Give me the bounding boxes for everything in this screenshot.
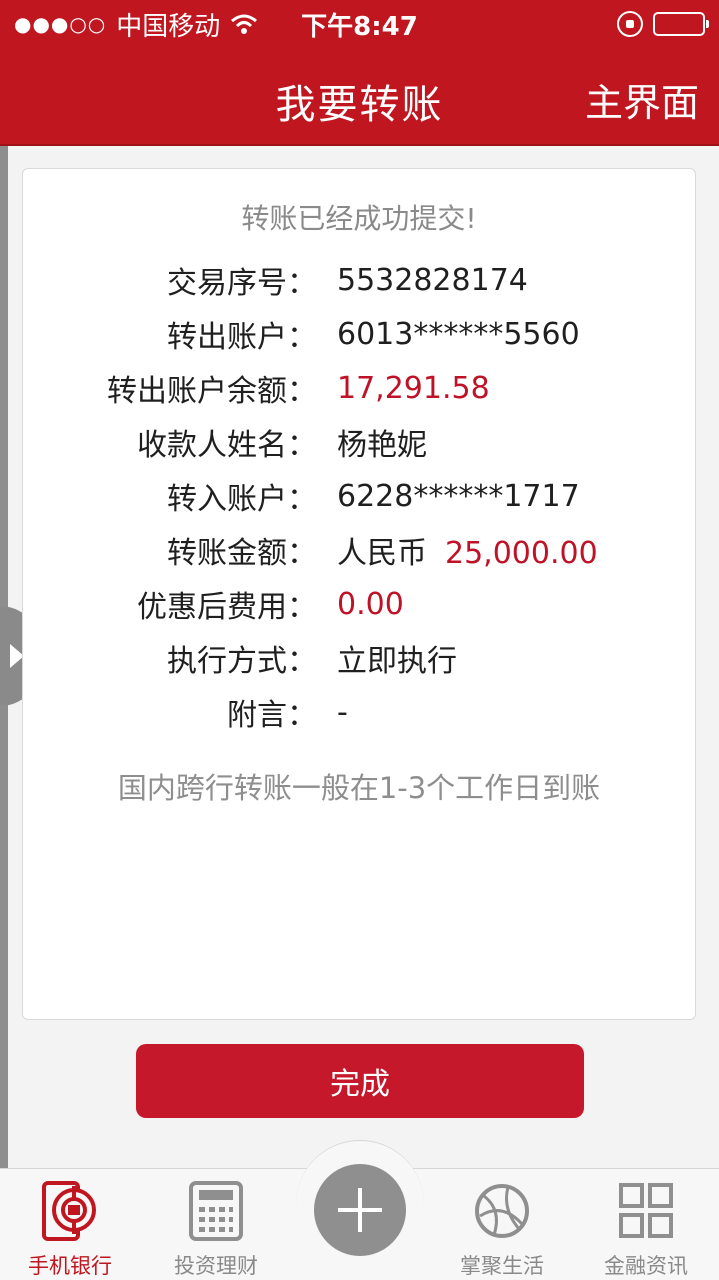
row-fee: 优惠后费用： 0.00 [23, 577, 695, 631]
nav-bar: 我要转账 主界面 [0, 48, 719, 146]
receipt-card: 转账已经成功提交! 交易序号： 5532828174 转出账户： 6013***… [22, 168, 696, 1020]
detail-value: 0.00 [337, 586, 404, 622]
tab-investment[interactable]: 投资理财 [156, 1180, 276, 1280]
detail-value: 6228******1717 [337, 478, 580, 514]
row-transfer-amount: 转账金额： 人民币 25,000.00 [23, 523, 695, 577]
tab-financial-news[interactable]: 金融资讯 [586, 1180, 706, 1280]
status-right [617, 11, 709, 37]
detail-value: - [337, 694, 348, 730]
wifi-icon [231, 14, 258, 34]
tab-label: 手机银行 [28, 1254, 112, 1278]
tab-label: 金融资讯 [604, 1254, 688, 1278]
arrival-note: 国内跨行转账一般在1-3个工作日到账 [117, 771, 601, 805]
status-left: ●●●○○ 中国移动 [14, 6, 258, 43]
detail-label: 转入账户： [167, 482, 317, 517]
currency-label: 人民币 [337, 536, 427, 571]
tab-mobile-banking[interactable]: 手机银行 [10, 1180, 130, 1280]
detail-label: 执行方式： [167, 644, 317, 679]
detail-value: 杨艳妮 [337, 428, 427, 463]
success-message: 转账已经成功提交! [241, 202, 477, 235]
detail-label: 收款人姓名： [137, 428, 317, 463]
grid-icon [619, 1183, 673, 1238]
row-payee-name: 收款人姓名： 杨艳妮 [23, 415, 695, 469]
detail-value: 5532828174 [337, 262, 528, 298]
row-transaction-number: 交易序号： 5532828174 [23, 253, 695, 307]
carrier-name: 中国移动 [116, 11, 221, 42]
done-button[interactable]: 完成 [136, 1044, 584, 1118]
detail-label: 优惠后费用： [137, 590, 317, 625]
detail-label: 转出账户余额： [107, 374, 317, 409]
detail-label: 转账金额： [167, 536, 317, 571]
row-from-account: 转出账户： 6013******5560 [23, 307, 695, 361]
home-button[interactable]: 主界面 [585, 72, 699, 127]
row-to-account: 转入账户： 6228******1717 [23, 469, 695, 523]
signal-strength-icon: ●●●○○ [14, 12, 107, 36]
row-execution-method: 执行方式： 立即执行 [23, 631, 695, 685]
detail-label: 附言： [227, 698, 317, 733]
detail-label: 转出账户： [167, 320, 317, 355]
detail-value: 6013******5560 [337, 316, 580, 352]
rotation-lock-icon [617, 11, 643, 37]
add-button[interactable] [314, 1164, 406, 1256]
tab-label: 掌聚生活 [460, 1254, 544, 1278]
tab-lifestyle[interactable]: 掌聚生活 [442, 1180, 562, 1280]
battery-icon [653, 12, 709, 36]
row-from-balance: 转出账户余额： 17,291.58 [23, 361, 695, 415]
row-remark: 附言： - [23, 685, 695, 739]
tab-label: 投资理财 [174, 1254, 258, 1278]
detail-value-wrap: 人民币 25,000.00 [319, 528, 598, 572]
bank-phone-icon [42, 1181, 96, 1241]
detail-label: 交易序号： [167, 266, 317, 301]
receipt-details: 交易序号： 5532828174 转出账户： 6013******5560 转出… [23, 253, 695, 739]
transfer-amount: 25,000.00 [445, 536, 598, 571]
detail-value: 立即执行 [337, 644, 457, 679]
detail-value: 17,291.58 [337, 370, 490, 406]
status-bar: ●●●○○ 中国移动 下午8:47 [0, 0, 719, 48]
globe-icon [475, 1184, 529, 1238]
calculator-icon [189, 1181, 243, 1241]
